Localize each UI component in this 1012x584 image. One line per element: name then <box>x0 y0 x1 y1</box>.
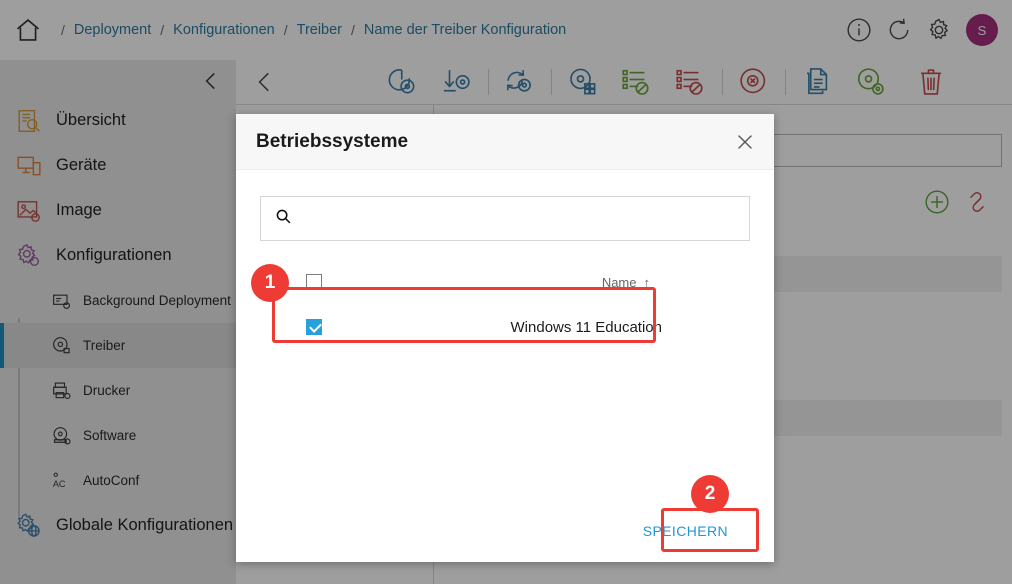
close-icon[interactable] <box>734 131 756 153</box>
search-input[interactable] <box>302 210 735 227</box>
annotation-badge-2: 2 <box>691 475 729 513</box>
search-icon <box>275 208 292 230</box>
os-table: Name ↑ Windows 11 Education <box>260 265 750 355</box>
save-button[interactable]: SPEICHERN <box>627 513 744 549</box>
dialog-title: Betriebssysteme <box>256 130 409 152</box>
app-root: / Deployment / Konfigurationen / Treiber… <box>0 0 1012 584</box>
annotation-badge-1: 1 <box>251 264 289 302</box>
column-header-name[interactable]: Name ↑ <box>602 275 650 290</box>
select-all-checkbox[interactable] <box>306 274 322 290</box>
row-checkbox[interactable] <box>306 319 322 335</box>
search-field-wrapper[interactable] <box>260 196 750 241</box>
table-header-row: Name ↑ <box>260 265 750 299</box>
dialog-footer: SPEICHERN <box>236 500 774 562</box>
table-row[interactable]: Windows 11 Education <box>260 299 750 355</box>
dialog-header: Betriebssysteme <box>236 114 774 170</box>
column-header-label: Name <box>601 274 637 290</box>
row-name: Windows 11 Education <box>510 318 662 336</box>
dialog-body: Name ↑ Windows 11 Education <box>236 170 774 500</box>
sort-ascending-icon: ↑ <box>643 274 651 290</box>
